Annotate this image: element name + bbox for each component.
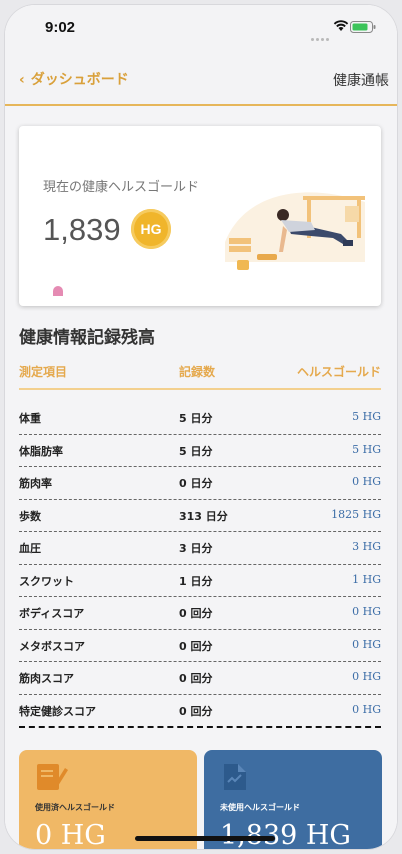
table-header: 測定項目 記録数 ヘルスゴールド (19, 358, 381, 390)
page-indicator-dot (53, 286, 63, 296)
table-row: スクワット 1 日分 1 HG (19, 565, 381, 597)
row-count: 5 日分 (179, 412, 213, 425)
summary-label: 現在の健康ヘルスゴールド (43, 180, 200, 195)
document-chart-icon (224, 764, 246, 790)
wifi-icon (333, 20, 349, 31)
row-count: 5 日分 (179, 444, 213, 458)
gold-summary-card: 現在の健康ヘルスゴールド 1,839 HG (19, 126, 381, 306)
row-count: 0 回分 (179, 672, 213, 685)
row-count: 0 日分 (179, 477, 213, 490)
section-title: 健康情報記録残高 (19, 328, 155, 348)
status-bar: 9:02 (5, 5, 397, 49)
row-item: 血圧 (19, 542, 41, 555)
row-gold: 0 HG (352, 670, 381, 683)
used-gold-tile[interactable]: 使用済ヘルスゴールド 0 HG (19, 750, 197, 849)
row-gold: 5 HG (352, 442, 381, 456)
edit-document-icon (37, 764, 68, 790)
row-item: ボディスコア (19, 607, 85, 620)
table-row: 筋肉スコア 0 回分 0 HG (19, 662, 381, 695)
row-gold: 1 HG (352, 572, 381, 586)
unused-gold-label: 未使用ヘルスゴールド (220, 803, 300, 812)
table-row: 血圧 3 日分 3 HG (19, 532, 381, 565)
table-row: 特定健診スコア 0 回分 0 HG (19, 695, 381, 728)
header-gold: ヘルスゴールド (296, 365, 381, 379)
status-time: 9:02 (45, 19, 76, 36)
battery-icon (350, 21, 376, 33)
navigation-bar: ‹ ダッシュボード 健康通帳 (5, 49, 397, 106)
row-gold: 5 HG (352, 410, 381, 423)
row-item: スクワット (19, 574, 74, 588)
table-row: 体重 5 日分 5 HG (19, 402, 381, 435)
nav-title: 健康通帳 (333, 73, 389, 89)
used-gold-value: 0 HG (35, 820, 106, 849)
row-count: 0 回分 (179, 639, 213, 653)
row-count: 3 日分 (179, 542, 213, 555)
unused-gold-value: 1,839 HG (220, 820, 351, 849)
row-gold: 3 HG (352, 540, 381, 553)
row-item: 体重 (19, 412, 41, 425)
row-gold: 0 HG (352, 475, 381, 488)
phone-screen: 9:02 ‹ ダッシュボード 健康通帳 現在の健康ヘルスゴールド 1,839 HG (5, 5, 397, 849)
row-count: 0 回分 (179, 704, 213, 718)
table-row: 体脂肪率 5 日分 5 HG (19, 435, 381, 467)
table-row: 歩数 313 日分 1825 HG (19, 500, 381, 532)
row-count: 313 日分 (179, 509, 228, 523)
row-count: 1 日分 (179, 574, 213, 588)
row-gold: 0 HG (352, 605, 381, 618)
back-button[interactable]: ‹ ダッシュボード (19, 69, 129, 89)
hg-coin-icon: HG (131, 209, 171, 249)
header-count: 記録数 (179, 365, 216, 379)
row-gold: 0 HG (352, 702, 381, 716)
back-label: ダッシュボード (30, 72, 129, 88)
workout-illustration (225, 192, 365, 270)
row-item: メタボスコア (19, 639, 85, 653)
row-item: 筋肉率 (19, 477, 52, 490)
used-gold-label: 使用済ヘルスゴールド (35, 803, 115, 812)
record-table: 体重 5 日分 5 HG 体脂肪率 5 日分 5 HG 筋肉率 0 日分 0 H… (19, 402, 381, 728)
header-item: 測定項目 (19, 365, 68, 379)
table-row: 筋肉率 0 日分 0 HG (19, 467, 381, 500)
row-item: 体脂肪率 (19, 444, 63, 458)
chevron-left-icon: ‹ (19, 72, 25, 88)
row-gold: 0 HG (352, 637, 381, 651)
home-indicator[interactable] (135, 836, 275, 841)
main-content: 現在の健康ヘルスゴールド 1,839 HG 健康情報記録残高 測定項目 記録数 … (5, 106, 397, 849)
unused-gold-tile[interactable]: 未使用ヘルスゴールド 1,839 HG (204, 750, 382, 849)
table-row: ボディスコア 0 回分 0 HG (19, 597, 381, 630)
signal-icon (311, 26, 331, 41)
row-item: 筋肉スコア (19, 672, 74, 685)
row-item: 歩数 (19, 509, 41, 523)
row-gold: 1825 HG (331, 507, 381, 521)
row-count: 0 回分 (179, 607, 213, 620)
summary-amount: 1,839 (43, 212, 121, 247)
table-row: メタボスコア 0 回分 0 HG (19, 630, 381, 662)
row-item: 特定健診スコア (19, 704, 96, 718)
